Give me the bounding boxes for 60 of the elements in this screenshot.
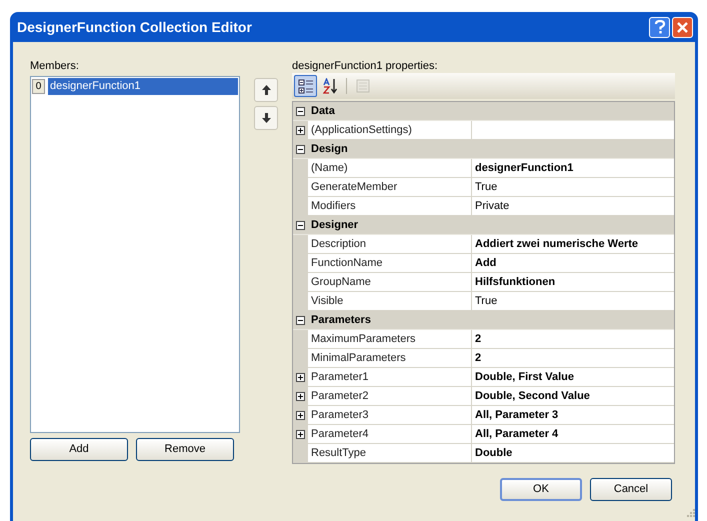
category-header: Parameters [310, 312, 371, 328]
remove-button[interactable]: Remove [136, 438, 234, 461]
sort-az-icon [322, 78, 338, 94]
property-value: designerFunction1 [472, 159, 674, 178]
property-value: 2 [472, 330, 674, 349]
property-value: Add [472, 254, 674, 273]
move-down-button[interactable] [254, 106, 278, 130]
members-label: Members: [30, 59, 80, 74]
category-header: Design [310, 142, 348, 157]
move-up-button[interactable] [254, 78, 278, 102]
property-name: Parameter1 [308, 368, 472, 387]
property-value: 2 [472, 349, 674, 368]
collapse-icon[interactable] [296, 144, 305, 154]
property-name: GenerateMember [308, 178, 472, 197]
expand-icon[interactable] [296, 411, 305, 420]
expand-icon[interactable] [296, 430, 305, 439]
ok-button[interactable]: OK [500, 478, 582, 501]
property-value: Double, Second Value [472, 387, 674, 406]
help-button[interactable] [649, 16, 670, 38]
add-button[interactable]: Add [30, 438, 128, 461]
property-value: All, Parameter 4 [472, 425, 674, 444]
collapse-icon[interactable] [296, 106, 305, 116]
property-name: FunctionName [308, 254, 472, 273]
members-list[interactable]: 0 designerFunction1 [30, 76, 240, 433]
property-name: Parameter3 [308, 406, 472, 425]
properties-label: designerFunction1 properties: [292, 59, 439, 73]
property-name: Parameter2 [308, 387, 472, 406]
member-item[interactable]: designerFunction1 [48, 78, 238, 95]
property-value: All, Parameter 3 [472, 406, 674, 425]
categorized-button[interactable] [294, 75, 317, 97]
member-index: 0 [32, 79, 45, 94]
resize-grip-icon[interactable] [687, 509, 696, 518]
property-name: (Name) [308, 159, 472, 178]
property-value: Double, First Value [472, 368, 674, 387]
property-pages-icon [354, 78, 370, 94]
collapse-icon[interactable] [296, 316, 305, 324]
collapse-icon[interactable] [296, 220, 305, 230]
category-header: Designer [310, 218, 358, 233]
property-value: True [472, 178, 674, 197]
property-name: MinimalParameters [308, 349, 472, 368]
expand-icon[interactable] [296, 126, 305, 135]
property-name: GroupName [308, 273, 472, 292]
help-icon [654, 20, 666, 34]
expand-icon[interactable] [296, 392, 305, 401]
arrow-up-icon [262, 85, 270, 95]
property-name: Description [308, 235, 472, 254]
property-name: ResultType [308, 444, 472, 463]
property-name: MaximumParameters [308, 330, 472, 349]
property-value: Double [472, 444, 674, 463]
expand-icon[interactable] [296, 373, 305, 382]
cancel-button[interactable]: Cancel [590, 478, 672, 501]
window-title: DesignerFunction Collection Editor [17, 18, 252, 37]
categorized-icon [298, 78, 314, 94]
close-button[interactable] [672, 16, 693, 38]
category-header: Data [310, 104, 335, 119]
arrow-down-icon [262, 113, 270, 123]
property-value: Hilfsfunktionen [472, 273, 674, 292]
close-icon [677, 22, 688, 32]
property-name: Parameter4 [308, 425, 472, 444]
property-value: Addiert zwei numerische Werte [472, 235, 674, 254]
